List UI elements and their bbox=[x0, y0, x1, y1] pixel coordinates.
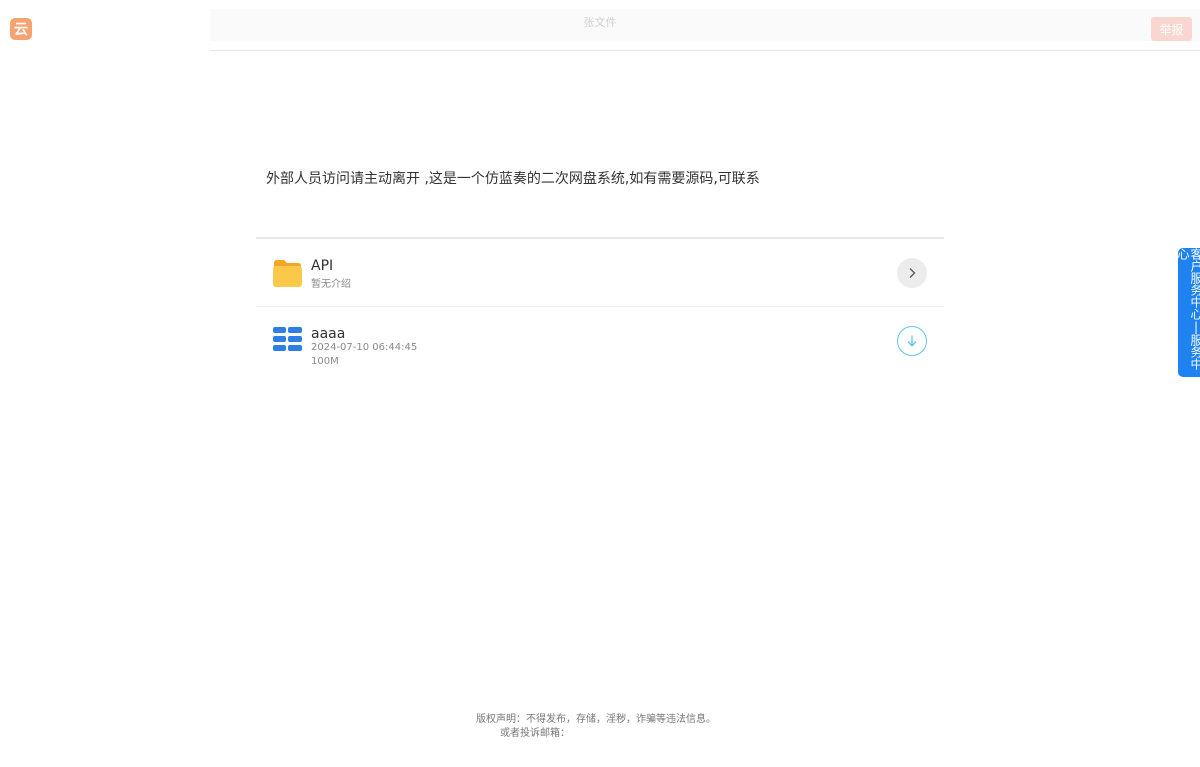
file-list: API 暂无介绍 aaaa 2024-07-10 06:44:45 100M bbox=[256, 237, 944, 379]
chevron-right-icon bbox=[909, 268, 916, 278]
download-icon bbox=[907, 335, 917, 347]
file-item-aaaa[interactable]: aaaa 2024-07-10 06:44:45 100M bbox=[256, 307, 944, 379]
logo-area: 云 bbox=[0, 0, 210, 51]
footer-copyright: 版权声明：不得发布，存储，淫秽，诈骗等违法信息。 bbox=[476, 714, 716, 725]
folder-description: 暂无介绍 bbox=[311, 279, 351, 290]
customer-service-tab[interactable]: 客户服务中心|服务中心 bbox=[1176, 248, 1200, 377]
footer-complaint-email: 或者投诉邮箱： bbox=[500, 728, 570, 739]
logo[interactable]: 云 bbox=[10, 18, 32, 40]
open-folder-button[interactable] bbox=[897, 258, 927, 288]
report-button[interactable]: 举报 bbox=[1151, 17, 1192, 41]
file-date: 2024-07-10 06:44:45 bbox=[311, 342, 418, 353]
header: 云 张文件 举报 bbox=[0, 0, 1200, 51]
folder-icon bbox=[273, 260, 302, 287]
page: 云 张文件 举报 外部人员访问请主动离开 ,这是一个仿蓝奏的二次网盘系统,如有需… bbox=[0, 0, 1200, 767]
folder-name[interactable]: API bbox=[311, 258, 333, 274]
file-name[interactable]: aaaa bbox=[311, 326, 345, 342]
header-bar bbox=[210, 9, 1200, 41]
page-title: 张文件 bbox=[583, 16, 617, 29]
download-button[interactable] bbox=[897, 326, 927, 356]
file-size: 100M bbox=[311, 356, 339, 367]
notice-text: 外部人员访问请主动离开 ,这是一个仿蓝奏的二次网盘系统,如有需要源码,可联系 bbox=[266, 171, 760, 187]
archive-file-icon bbox=[273, 327, 302, 351]
folder-item-api[interactable]: API 暂无介绍 bbox=[256, 239, 944, 307]
